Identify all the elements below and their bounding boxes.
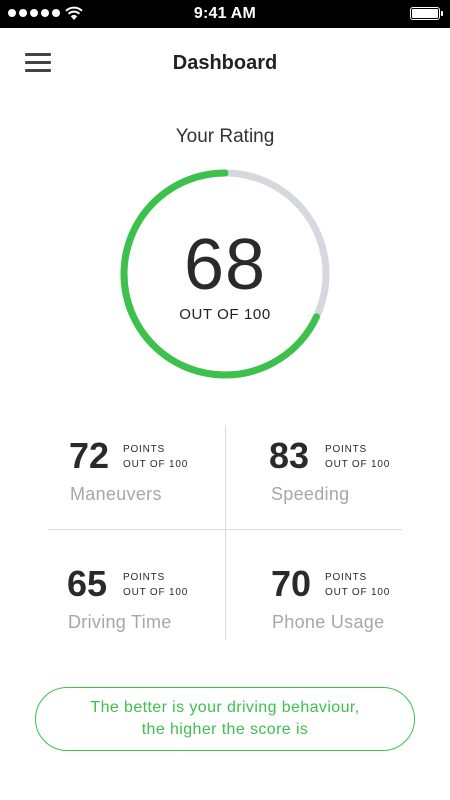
metric-unit: POINTS OUT OF 100 xyxy=(123,572,189,598)
info-line-1: The better is your driving behaviour, xyxy=(90,699,360,716)
status-time: 9:41 AM xyxy=(193,5,257,22)
rating-label: Your Rating xyxy=(175,126,275,147)
grid-divider-horizontal xyxy=(48,529,402,530)
rating-value: 68 xyxy=(183,225,267,305)
metric-maneuvers: 72 POINTS OUT OF 100 Maneuvers xyxy=(69,436,219,516)
metric-unit: POINTS OUT OF 100 xyxy=(325,572,391,598)
metric-name: Phone Usage xyxy=(272,612,385,632)
metric-driving-time: 65 POINTS OUT OF 100 Driving Time xyxy=(67,564,217,644)
metric-name: Maneuvers xyxy=(70,484,162,504)
metric-unit: POINTS OUT OF 100 xyxy=(325,444,391,470)
metric-name: Driving Time xyxy=(68,612,172,632)
status-bar: 9:41 AM xyxy=(0,0,450,28)
info-banner: The better is your driving behaviour, th… xyxy=(35,687,415,751)
metric-value: 65 xyxy=(67,563,108,604)
page-title: Dashboard xyxy=(172,52,278,74)
metric-name: Speeding xyxy=(271,484,350,504)
metric-value: 83 xyxy=(269,435,310,476)
metric-value: 72 xyxy=(69,435,110,476)
grid-divider-vertical xyxy=(225,425,226,640)
metric-value: 70 xyxy=(271,563,312,604)
info-line-2: the higher the score is xyxy=(141,721,309,738)
rating-max-label: OUT OF 100 xyxy=(179,306,271,323)
metric-phone-usage: 70 POINTS OUT OF 100 Phone Usage xyxy=(271,564,421,644)
metric-speeding: 83 POINTS OUT OF 100 Speeding xyxy=(269,436,419,516)
battery-icon xyxy=(410,7,443,20)
metric-unit: POINTS OUT OF 100 xyxy=(123,444,189,470)
